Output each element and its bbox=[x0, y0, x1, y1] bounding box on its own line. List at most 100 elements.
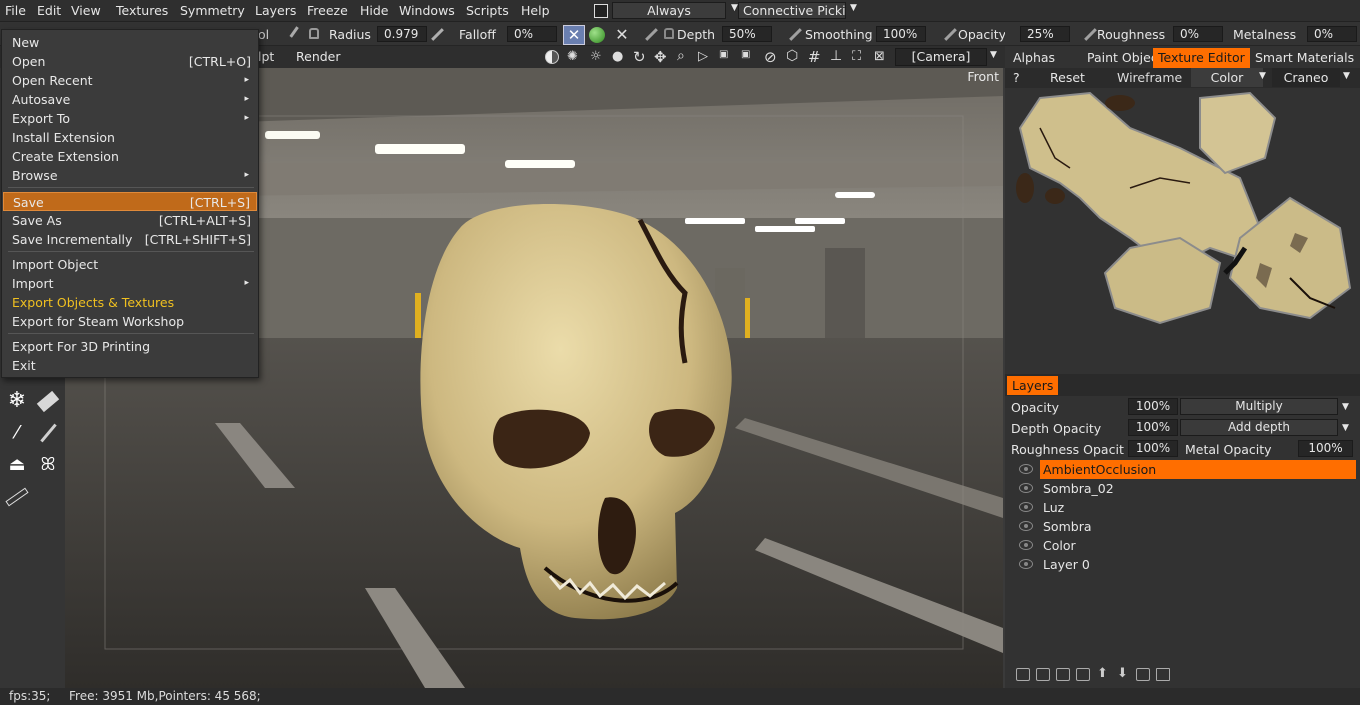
pen-pressure-icon[interactable] bbox=[789, 28, 802, 41]
color-dropdown[interactable]: Color bbox=[1191, 68, 1263, 87]
menu-item-autosave[interactable]: Autosave ▸ bbox=[3, 90, 257, 109]
radius-input[interactable]: 0.979 bbox=[377, 26, 427, 42]
menu-windows[interactable]: Windows bbox=[399, 3, 455, 18]
uv-texture-preview[interactable] bbox=[1010, 88, 1358, 372]
wireframe-button[interactable]: Wireframe bbox=[1117, 70, 1182, 85]
picking-dropdown[interactable]: Connective Picki bbox=[738, 2, 846, 19]
eye-icon[interactable] bbox=[1019, 559, 1033, 569]
light-bulb-icon[interactable]: ✺ bbox=[567, 49, 578, 64]
layer-row[interactable]: Luz bbox=[1012, 498, 1356, 517]
sculpt-partial-label[interactable]: lpt bbox=[258, 49, 274, 64]
axis-icon[interactable]: ⊥ bbox=[830, 48, 842, 64]
all-icon[interactable]: ▣ bbox=[719, 49, 728, 60]
drop-icon[interactable]: ● bbox=[612, 49, 623, 64]
menu-freeze[interactable]: Freeze bbox=[307, 3, 348, 18]
pen-pressure-icon[interactable] bbox=[944, 28, 957, 41]
brush-icon[interactable] bbox=[289, 26, 305, 42]
forbidden-icon[interactable]: ⊘ bbox=[764, 48, 777, 66]
menu-edit[interactable]: Edit bbox=[37, 3, 61, 18]
arrow-up-icon[interactable]: ⬆ bbox=[1097, 666, 1108, 681]
metal-opacity-input[interactable]: 100% bbox=[1298, 440, 1353, 457]
close-icon[interactable]: ✕ bbox=[563, 25, 585, 45]
magic-wand-icon[interactable]: ⁄ bbox=[4, 420, 30, 446]
menu-item-save-incrementally[interactable]: Save Incrementally [CTRL+SHIFT+S] bbox=[3, 230, 257, 249]
lock-icon[interactable] bbox=[664, 28, 674, 39]
pen-pressure-icon[interactable] bbox=[431, 28, 444, 41]
snowflake-icon[interactable]: ❄ bbox=[4, 388, 30, 414]
always-dropdown[interactable]: Always bbox=[612, 2, 726, 19]
duplicate-icon[interactable] bbox=[1076, 668, 1090, 681]
layer-row[interactable]: Sombra_02 bbox=[1012, 479, 1356, 498]
frame-icon[interactable]: ⛶ bbox=[852, 49, 861, 64]
menu-item-export-steam[interactable]: Export for Steam Workshop bbox=[3, 312, 257, 331]
menu-item-export-to[interactable]: Export To ▸ bbox=[3, 109, 257, 128]
menu-item-import-object[interactable]: Import Object bbox=[3, 255, 257, 274]
layer-row[interactable]: AmbientOcclusion bbox=[1012, 460, 1356, 479]
perspective-icon[interactable]: ▷ bbox=[698, 49, 708, 64]
blend-mode-dropdown[interactable]: Multiply bbox=[1180, 398, 1338, 415]
zoom-icon[interactable]: ⌕ bbox=[677, 48, 685, 64]
rotate-icon[interactable]: ↻ bbox=[633, 48, 646, 66]
pen-pressure-icon[interactable] bbox=[645, 28, 658, 41]
eye-icon[interactable] bbox=[1019, 483, 1033, 493]
butterfly-icon[interactable]: ꕤ bbox=[35, 452, 61, 478]
layer-row[interactable]: Color bbox=[1012, 536, 1356, 555]
object-dropdown[interactable]: Craneo bbox=[1272, 68, 1340, 87]
menu-item-open[interactable]: Open [CTRL+O] bbox=[3, 52, 257, 71]
merge-down-icon[interactable] bbox=[1056, 668, 1070, 681]
arrow-down-icon[interactable]: ⬇ bbox=[1117, 666, 1128, 681]
trash-icon[interactable] bbox=[1036, 668, 1050, 681]
depth-mode-dropdown[interactable]: Add depth bbox=[1180, 419, 1338, 436]
layer-name[interactable]: Sombra bbox=[1043, 517, 1092, 536]
layer-name[interactable]: AmbientOcclusion bbox=[1040, 460, 1356, 479]
menu-layers[interactable]: Layers bbox=[255, 3, 296, 18]
render-tab[interactable]: Render bbox=[296, 49, 341, 64]
menu-file[interactable]: File bbox=[5, 3, 26, 18]
eye-icon[interactable] bbox=[1019, 464, 1033, 474]
eye-icon[interactable] bbox=[1019, 540, 1033, 550]
help-button[interactable]: ? bbox=[1013, 70, 1020, 85]
layer-name[interactable]: Luz bbox=[1043, 498, 1064, 517]
roughness-input[interactable]: 0% bbox=[1173, 26, 1223, 42]
menu-item-export-3d-printing[interactable]: Export For 3D Printing bbox=[3, 337, 257, 356]
all-icon[interactable]: ▣ bbox=[741, 49, 750, 60]
menu-symmetry[interactable]: Symmetry bbox=[180, 3, 245, 18]
menu-textures[interactable]: Textures bbox=[116, 3, 168, 18]
grid-icon[interactable]: # bbox=[808, 48, 821, 66]
layer-row[interactable]: Layer 0 bbox=[1012, 555, 1356, 574]
camera-dropdown[interactable]: [Camera] bbox=[895, 48, 987, 66]
tab-alphas[interactable]: Alphas bbox=[1008, 48, 1060, 68]
layer-name[interactable]: Color bbox=[1043, 536, 1076, 555]
cube-icon[interactable]: ⬡ bbox=[786, 48, 798, 64]
move-icon[interactable]: ✥ bbox=[654, 48, 667, 66]
menu-scripts[interactable]: Scripts bbox=[466, 3, 509, 18]
menu-item-import[interactable]: Import ▸ bbox=[3, 274, 257, 293]
roughness-opacity-input[interactable]: 100% bbox=[1128, 440, 1178, 457]
menu-item-exit[interactable]: Exit bbox=[3, 356, 257, 375]
falloff-input[interactable]: 0% bbox=[507, 26, 557, 42]
always-checkbox[interactable] bbox=[594, 4, 608, 18]
menu-hide[interactable]: Hide bbox=[360, 3, 389, 18]
close-icon[interactable]: ✕ bbox=[612, 25, 632, 45]
depth-input[interactable]: 50% bbox=[722, 26, 772, 42]
layer-name[interactable]: Sombra_02 bbox=[1043, 479, 1114, 498]
new-layer-icon[interactable] bbox=[1016, 668, 1030, 681]
menu-item-save-as[interactable]: Save As [CTRL+ALT+S] bbox=[3, 211, 257, 230]
folder-icon[interactable] bbox=[1156, 668, 1170, 681]
contrast-icon[interactable] bbox=[545, 50, 559, 64]
eye-icon[interactable] bbox=[1019, 502, 1033, 512]
tab-texture-editor[interactable]: Texture Editor bbox=[1153, 48, 1250, 68]
menu-item-save[interactable]: Save [CTRL+S] bbox=[3, 192, 257, 211]
menu-item-browse[interactable]: Browse ▸ bbox=[3, 166, 257, 185]
iron-icon[interactable]: ⏏ bbox=[4, 452, 30, 478]
menu-view[interactable]: View bbox=[71, 3, 101, 18]
layer-name[interactable]: Layer 0 bbox=[1043, 555, 1090, 574]
eye-icon[interactable] bbox=[1019, 521, 1033, 531]
eyedropper-icon[interactable] bbox=[36, 420, 62, 446]
layers-title[interactable]: Layers bbox=[1007, 376, 1059, 395]
metalness-input[interactable]: 0% bbox=[1307, 26, 1357, 42]
menu-item-export-objects-textures[interactable]: Export Objects & Textures bbox=[3, 293, 257, 312]
layer-opacity-input[interactable]: 100% bbox=[1128, 398, 1178, 415]
tab-smart-materials[interactable]: Smart Materials bbox=[1250, 48, 1359, 68]
mask-icon[interactable] bbox=[1136, 668, 1150, 681]
